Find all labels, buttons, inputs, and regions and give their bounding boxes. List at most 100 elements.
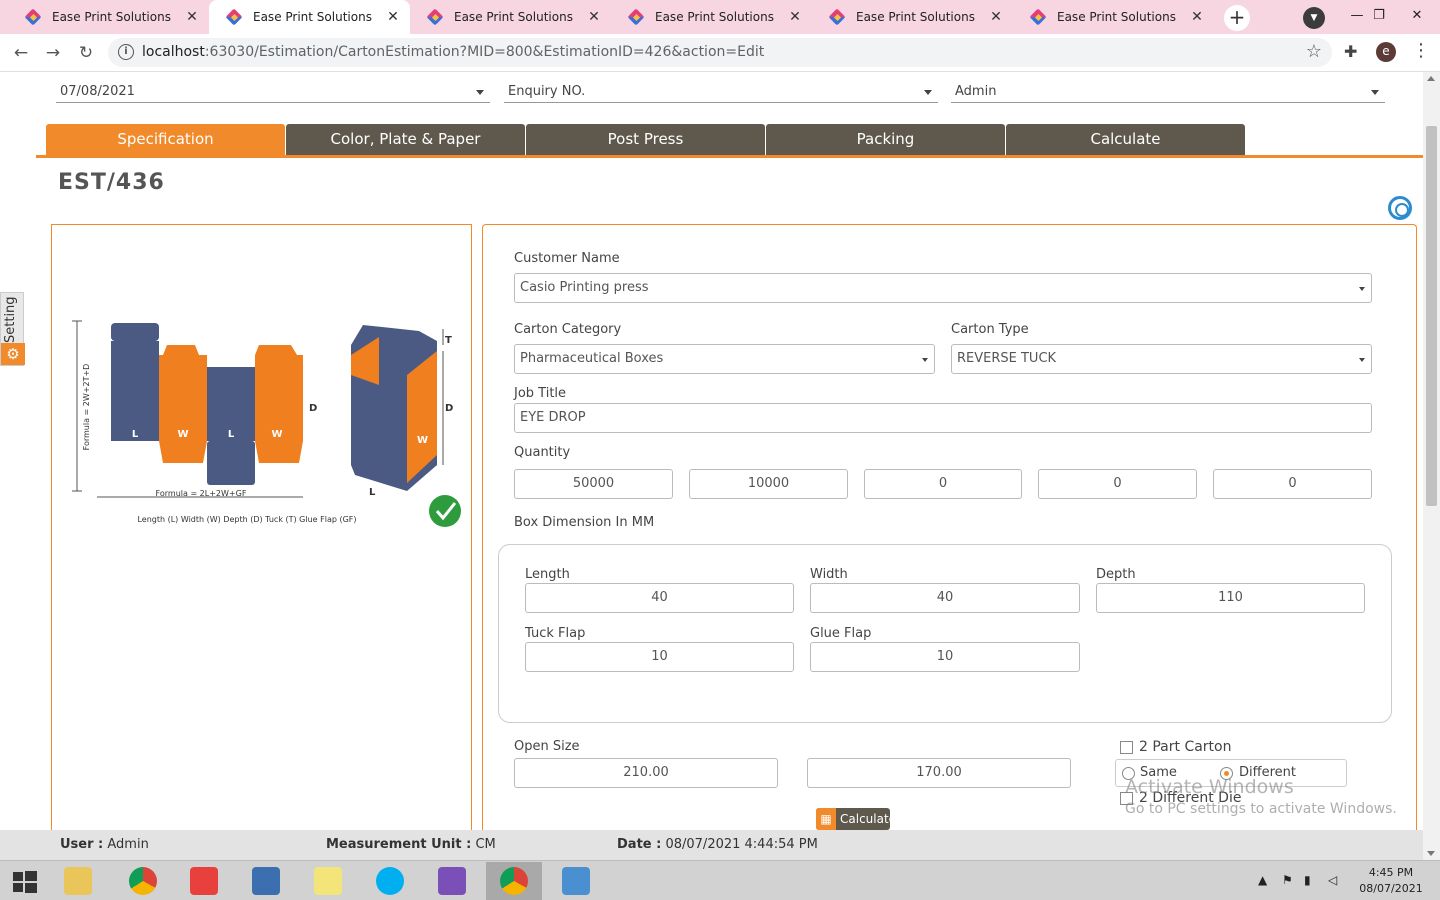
reload-icon[interactable]: ↻ bbox=[73, 40, 99, 66]
close-window-button[interactable]: ✕ bbox=[1394, 0, 1440, 34]
browser-tab-title: Ease Print Solutions bbox=[856, 10, 975, 24]
glue-flap-input[interactable]: 10 bbox=[810, 642, 1080, 672]
app-favicon-icon bbox=[227, 10, 241, 24]
browser-tab[interactable]: Ease Print Solutions ✕ bbox=[611, 0, 812, 34]
signal-icon[interactable]: ▮ bbox=[1304, 873, 1311, 887]
scroll-up-icon[interactable] bbox=[1427, 76, 1435, 81]
browser-tab[interactable]: Ease Print Solutions ✕ bbox=[812, 0, 1013, 34]
width-label: Width bbox=[810, 567, 848, 582]
taskbar-anydesk[interactable] bbox=[176, 862, 232, 900]
taskbar-chrome[interactable] bbox=[115, 862, 171, 900]
forward-icon[interactable]: → bbox=[40, 40, 66, 66]
browser-menu-icon[interactable]: ⋮ bbox=[1412, 40, 1430, 61]
taskbar-clock[interactable]: 4:45 PM 08/07/2021 bbox=[1356, 865, 1426, 897]
tab-packing[interactable]: Packing bbox=[766, 124, 1005, 155]
browser-tab-title: Ease Print Solutions bbox=[52, 10, 171, 24]
bookmark-star-icon[interactable]: ☆ bbox=[1306, 41, 1322, 62]
close-tab-icon[interactable]: ✕ bbox=[382, 9, 404, 25]
taskbar-photos[interactable] bbox=[548, 862, 604, 900]
taskbar-skype[interactable] bbox=[362, 862, 418, 900]
new-tab-button[interactable]: + bbox=[1224, 5, 1250, 31]
gear-icon[interactable] bbox=[1388, 196, 1412, 220]
bottom-flap-shape bbox=[207, 441, 255, 485]
back-icon[interactable]: ← bbox=[8, 40, 34, 66]
user-value: Admin bbox=[955, 84, 997, 99]
tab-post-press[interactable]: Post Press bbox=[526, 124, 765, 155]
status-unit-label: Measurement Unit : bbox=[326, 837, 472, 852]
status-user-label: User : bbox=[60, 837, 104, 852]
quantity-input-3[interactable]: 0 bbox=[864, 469, 1022, 499]
extensions-puzzle-icon[interactable]: ✚ bbox=[1344, 42, 1357, 61]
open-size-label: Open Size bbox=[514, 739, 580, 754]
browser-tab[interactable]: Ease Print Solutions ✕ bbox=[410, 0, 611, 34]
url-text[interactable]: localhost:63030/Estimation/CartonEstimat… bbox=[142, 44, 764, 60]
browser-tab[interactable]: Ease Print Solutions ✕ bbox=[8, 0, 209, 34]
scrollbar-thumb[interactable] bbox=[1426, 126, 1437, 506]
start-button[interactable] bbox=[0, 862, 50, 900]
depth-input[interactable]: 110 bbox=[1096, 583, 1365, 613]
user-select[interactable]: Admin bbox=[951, 80, 1385, 103]
label-t: T bbox=[445, 335, 452, 346]
profile-avatar[interactable]: e bbox=[1376, 42, 1396, 62]
quantity-input-5[interactable]: 0 bbox=[1213, 469, 1372, 499]
tray-chevron-icon[interactable]: ▲ bbox=[1258, 873, 1267, 887]
taskbar-remote-desktop[interactable] bbox=[238, 862, 294, 900]
page-title: EST/436 bbox=[58, 170, 165, 195]
address-bar[interactable]: i localhost:63030/Estimation/CartonEstim… bbox=[108, 38, 1332, 67]
bottom-dust-flap bbox=[255, 441, 303, 463]
taskbar-chrome-profile[interactable] bbox=[486, 862, 542, 900]
close-tab-icon[interactable]: ✕ bbox=[181, 9, 203, 25]
browser-tab-active[interactable]: Ease Print Solutions ✕ bbox=[209, 0, 410, 34]
open-size-input-1[interactable]: 210.00 bbox=[514, 758, 778, 788]
taskbar-sticky-notes[interactable] bbox=[300, 862, 356, 900]
close-tab-icon[interactable]: ✕ bbox=[784, 9, 806, 25]
tab-specification[interactable]: Specification bbox=[46, 124, 285, 155]
taskbar-visual-studio[interactable] bbox=[424, 862, 480, 900]
calculate-button[interactable]: ▦ Calculate bbox=[816, 808, 896, 830]
label-l-3d: L bbox=[369, 487, 376, 498]
customer-name-select[interactable]: Casio Printing press bbox=[514, 273, 1372, 303]
scroll-down-icon[interactable] bbox=[1427, 851, 1435, 856]
carton-type-select[interactable]: REVERSE TUCK bbox=[951, 344, 1372, 374]
quantity-input-4[interactable]: 0 bbox=[1038, 469, 1197, 499]
quantity-input-2[interactable]: 10000 bbox=[689, 469, 848, 499]
tuck-flap-input[interactable]: 10 bbox=[525, 642, 794, 672]
width-input[interactable]: 40 bbox=[810, 583, 1080, 613]
browser-tab[interactable]: Ease Print Solutions ✕ bbox=[1013, 0, 1214, 34]
label-w-3d: W bbox=[417, 435, 428, 446]
browser-toolbar: ← → ↻ i localhost:63030/Estimation/Carto… bbox=[0, 34, 1440, 72]
box-dimension-label: Box Dimension In MM bbox=[514, 515, 655, 530]
browser-tab-strip: Ease Print Solutions ✕ Ease Print Soluti… bbox=[0, 0, 1440, 34]
panel-length-1 bbox=[111, 341, 159, 441]
length-input[interactable]: 40 bbox=[525, 583, 794, 613]
date-select[interactable]: 07/08/2021 bbox=[56, 80, 490, 103]
calculate-button-label: Calculate bbox=[840, 812, 897, 826]
page-scrollbar[interactable] bbox=[1423, 72, 1440, 860]
site-info-icon[interactable]: i bbox=[118, 44, 134, 60]
tab-calculate[interactable]: Calculate bbox=[1006, 124, 1245, 155]
close-tab-icon[interactable]: ✕ bbox=[583, 9, 605, 25]
carton-category-select[interactable]: Pharmaceutical Boxes bbox=[514, 344, 935, 374]
carton-diagram-panel: Formula = 2W+2T+D L W L W D Formula = 2L… bbox=[51, 224, 472, 844]
panel-width-2 bbox=[255, 345, 303, 441]
two-part-carton-checkbox[interactable] bbox=[1120, 741, 1133, 754]
enquiry-no-select[interactable]: Enquiry NO. bbox=[504, 80, 938, 103]
calculator-icon: ▦ bbox=[816, 808, 836, 830]
volume-muted-icon[interactable]: ◁ bbox=[1328, 873, 1337, 887]
close-tab-icon[interactable]: ✕ bbox=[1186, 9, 1208, 25]
tab-color-plate-paper[interactable]: Color, Plate & Paper bbox=[286, 124, 525, 155]
job-title-input[interactable]: EYE DROP bbox=[514, 403, 1372, 433]
open-size-input-2[interactable]: 170.00 bbox=[807, 758, 1071, 788]
tab-search-icon[interactable]: ▼ bbox=[1303, 7, 1325, 29]
setting-side-tab[interactable]: Setting ⚙ bbox=[0, 292, 25, 366]
network-warning-icon[interactable]: ⚑ bbox=[1282, 873, 1293, 887]
quantity-input-1[interactable]: 50000 bbox=[514, 469, 673, 499]
depth-label: Depth bbox=[1096, 567, 1136, 582]
chevron-down-icon bbox=[924, 90, 932, 95]
app-favicon-icon bbox=[1031, 10, 1045, 24]
taskbar-file-explorer[interactable] bbox=[50, 862, 106, 900]
status-date-value: 08/07/2021 4:44:54 PM bbox=[665, 837, 818, 852]
gear-icon: ⚙ bbox=[1, 343, 25, 365]
setting-label: Setting bbox=[3, 296, 18, 343]
close-tab-icon[interactable]: ✕ bbox=[985, 9, 1007, 25]
